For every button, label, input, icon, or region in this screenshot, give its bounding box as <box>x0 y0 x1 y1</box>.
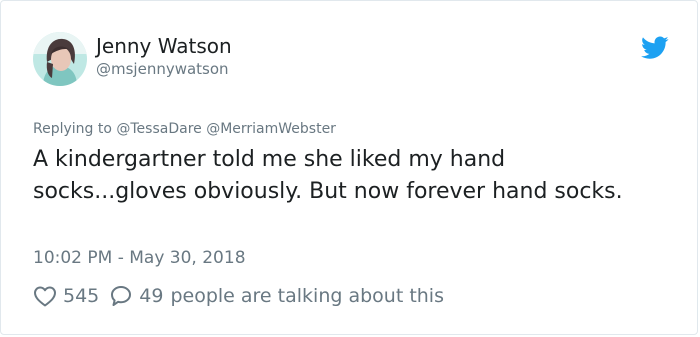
replying-to: Replying to @TessaDare @MerriamWebster <box>33 121 336 137</box>
avatar[interactable] <box>33 32 87 86</box>
tweet-timestamp[interactable]: 10:02 PM - May 30, 2018 <box>33 247 246 269</box>
user-handle[interactable]: @msjennywatson <box>96 59 229 79</box>
tweet-actions: 545 49 people are talking about this <box>33 283 444 309</box>
like-button[interactable]: 545 <box>33 284 109 308</box>
tweet-card: Jenny Watson @msjennywatson Replying to … <box>0 0 698 335</box>
reply-button[interactable]: 49 people are talking about this <box>109 284 444 308</box>
like-count: 545 <box>63 285 100 307</box>
profile-photo-image <box>33 32 87 86</box>
twitter-bird-icon[interactable] <box>641 36 669 60</box>
tweet-text: A kindergartner told me she liked my han… <box>33 147 623 204</box>
talking-label: people are talking about this <box>170 285 444 307</box>
speech-bubble-icon <box>109 284 133 308</box>
reply-count: 49 <box>139 285 164 307</box>
heart-icon <box>33 285 57 307</box>
display-name[interactable]: Jenny Watson <box>96 34 232 58</box>
